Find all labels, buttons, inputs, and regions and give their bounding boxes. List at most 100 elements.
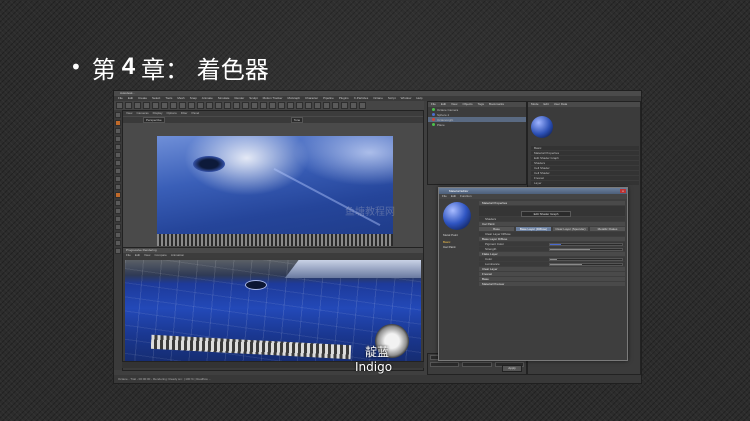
attribute-row[interactable]: Cell Shader <box>531 166 639 170</box>
tool-button[interactable] <box>296 102 303 109</box>
tone-field[interactable]: Tone <box>290 117 304 123</box>
tool-button[interactable] <box>152 102 159 109</box>
camera-dropdown[interactable]: Perspective <box>143 117 165 123</box>
tool-button[interactable] <box>115 112 121 118</box>
attribute-row[interactable]: Edit Shader Graph <box>531 156 639 160</box>
tool-button[interactable] <box>350 102 357 109</box>
viewport-menu-item[interactable]: Options <box>166 111 176 116</box>
tool-button[interactable] <box>332 102 339 109</box>
tool-button[interactable] <box>115 224 121 230</box>
object-menu-item[interactable]: Tags <box>478 102 484 107</box>
apply-button[interactable]: Apply <box>502 365 522 372</box>
tool-button[interactable] <box>115 128 121 134</box>
tool-button[interactable] <box>115 240 121 246</box>
material-section[interactable]: Base <box>479 277 625 281</box>
pos-y-field[interactable] <box>430 362 460 367</box>
viewport-menu-item[interactable]: Panel <box>191 111 199 116</box>
material-row[interactable]: Car Paint <box>479 222 625 226</box>
tool-button[interactable] <box>116 102 123 109</box>
viewport[interactable]: View Cameras Display Options Filter Panel Per… <box>122 110 424 254</box>
attribute-menu-item[interactable]: Edit <box>544 102 549 107</box>
picture-viewer-menu-item[interactable]: View <box>144 253 150 258</box>
tool-button[interactable] <box>115 248 121 254</box>
tool-button[interactable] <box>278 102 285 109</box>
material-row[interactable]: Shaders <box>479 217 625 221</box>
tool-button[interactable] <box>115 120 121 126</box>
material-menu-item[interactable]: Edit <box>451 194 456 199</box>
tool-button[interactable] <box>115 232 121 238</box>
material-menu-item[interactable]: Function <box>460 194 472 199</box>
picture-viewer-menu-item[interactable]: Animation <box>171 253 184 258</box>
material-parameter-row[interactable]: Clear Layer Diffuse <box>479 232 625 236</box>
tool-button[interactable] <box>115 192 121 198</box>
picture-viewer-menu-item[interactable]: Edit <box>135 253 140 258</box>
object-menu-item[interactable]: Bookmarks <box>489 102 504 107</box>
tool-button[interactable] <box>233 102 240 109</box>
tool-button[interactable] <box>215 102 222 109</box>
parameter-slider[interactable] <box>549 242 623 246</box>
material-parameter-row[interactable]: Pigment Color <box>479 242 625 246</box>
tool-button[interactable] <box>260 102 267 109</box>
attribute-row[interactable]: Cell Shader <box>531 171 639 175</box>
material-parameter-row[interactable]: Luminance <box>479 262 625 266</box>
size-y-field[interactable] <box>462 362 492 367</box>
material-parameter-row[interactable]: Flake Layer <box>479 252 625 256</box>
attribute-menu-item[interactable]: User Data <box>554 102 568 107</box>
tool-button[interactable] <box>115 200 121 206</box>
material-tab[interactable]: Clear Layer (Specular) <box>553 227 588 231</box>
parameter-slider[interactable] <box>549 247 623 251</box>
material-section[interactable]: Material Preview <box>479 282 625 286</box>
object-menu-item[interactable]: View <box>451 102 457 107</box>
material-row[interactable]: Material Properties <box>479 201 625 205</box>
tool-button[interactable] <box>323 102 330 109</box>
tool-button[interactable] <box>115 208 121 214</box>
picture-viewer-menu-item[interactable]: Compare <box>154 253 166 258</box>
close-icon[interactable]: x <box>620 189 626 193</box>
picture-viewer-menu-item[interactable]: File <box>126 253 131 258</box>
tool-button[interactable] <box>341 102 348 109</box>
tool-button[interactable] <box>197 102 204 109</box>
object-menu-item[interactable]: Objects <box>462 102 472 107</box>
tool-button[interactable] <box>179 102 186 109</box>
tool-button[interactable] <box>170 102 177 109</box>
attribute-menu-item[interactable]: Mode <box>531 102 539 107</box>
tool-button[interactable] <box>224 102 231 109</box>
material-channel[interactable]: Car Paint <box>443 245 456 249</box>
viewport-menu-item[interactable]: Cameras <box>136 111 148 116</box>
attribute-row[interactable]: Layer <box>531 181 639 185</box>
object-menu-item[interactable]: File <box>431 102 436 107</box>
tool-button[interactable] <box>287 102 294 109</box>
material-row[interactable]: Edit Shader Graph <box>479 206 625 217</box>
tool-button[interactable] <box>206 102 213 109</box>
material-tab[interactable]: Base <box>479 227 514 231</box>
tool-button[interactable] <box>115 144 121 150</box>
attribute-row[interactable]: Shaders <box>531 161 639 165</box>
tool-button[interactable] <box>359 102 366 109</box>
tool-button[interactable] <box>115 160 121 166</box>
tool-button[interactable] <box>134 102 141 109</box>
material-section[interactable]: Fresnel <box>479 272 625 276</box>
material-parameter-row[interactable]: Base Layer Diffuse <box>479 237 625 241</box>
tool-button[interactable] <box>115 136 121 142</box>
attribute-row[interactable]: Material Properties <box>531 151 639 155</box>
viewport-menu-item[interactable]: Filter <box>181 111 188 116</box>
material-tab[interactable]: Base Layer (Diffuse) <box>516 227 551 231</box>
material-tab[interactable]: Metallic Flakes <box>590 227 625 231</box>
viewport-menu-item[interactable]: Display <box>153 111 163 116</box>
parameter-slider[interactable] <box>549 257 623 261</box>
material-channel[interactable]: Basic <box>443 240 450 244</box>
tool-button[interactable] <box>305 102 312 109</box>
object-list-item[interactable]: Plane <box>428 122 526 127</box>
tool-button[interactable] <box>115 184 121 190</box>
tool-button[interactable] <box>269 102 276 109</box>
tool-button[interactable] <box>115 168 121 174</box>
tool-button[interactable] <box>314 102 321 109</box>
material-menu-item[interactable]: File <box>442 194 447 199</box>
tool-button[interactable] <box>251 102 258 109</box>
viewport-menu-item[interactable]: View <box>126 111 132 116</box>
tool-button[interactable] <box>115 216 121 222</box>
attribute-row[interactable]: Basic <box>531 146 639 150</box>
tool-button[interactable] <box>115 152 121 158</box>
attribute-row[interactable]: Fresnel <box>531 176 639 180</box>
material-section[interactable]: Clear Layer <box>479 267 625 271</box>
